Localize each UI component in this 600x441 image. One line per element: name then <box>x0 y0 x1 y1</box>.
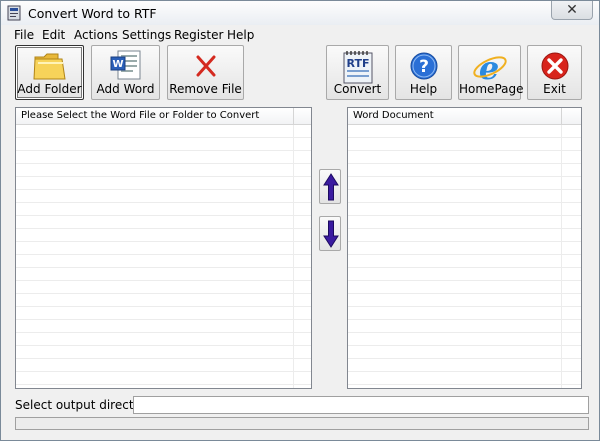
menu-settings[interactable]: Settings <box>122 28 171 42</box>
column-gridline <box>293 125 294 388</box>
window-close-button[interactable]: ✕ <box>551 1 593 20</box>
svg-text:e: e <box>478 49 498 85</box>
source-list-column-header: Please Select the Word File or Folder to… <box>21 110 260 121</box>
column-gridline <box>561 125 562 388</box>
word-document-icon: W <box>110 50 140 80</box>
source-file-list[interactable]: Please Select the Word File or Folder to… <box>15 107 312 389</box>
convert-button[interactable]: RTF Convert <box>326 45 389 100</box>
exit-label: Exit <box>543 82 566 96</box>
app-icon <box>7 5 21 21</box>
menu-actions[interactable]: Actions <box>74 28 118 42</box>
rtf-notepad-icon: RTF <box>343 51 372 84</box>
move-down-button[interactable] <box>319 216 341 251</box>
help-button[interactable]: ? Help <box>395 45 452 100</box>
menu-bar: File Edit Actions Settings Register Help <box>1 26 599 43</box>
menu-edit[interactable]: Edit <box>42 28 65 42</box>
remove-file-button[interactable]: Remove File <box>167 45 244 100</box>
add-folder-label: Add Folder <box>17 82 82 96</box>
document-list-rows <box>348 125 581 388</box>
column-separator <box>561 108 562 124</box>
arrow-up-icon <box>323 173 339 201</box>
homepage-label: HomePage <box>459 82 524 96</box>
title-bar: Convert Word to RTF ✕ <box>1 1 599 25</box>
column-separator <box>293 108 294 124</box>
source-list-rows <box>16 125 311 388</box>
output-directory-input[interactable] <box>133 396 589 414</box>
add-folder-button[interactable]: Add Folder <box>15 45 84 100</box>
homepage-button[interactable]: e HomePage <box>458 45 524 100</box>
arrow-down-icon <box>323 220 339 248</box>
add-word-label: Add Word <box>96 82 155 96</box>
question-mark-icon: ? <box>410 52 437 80</box>
rtf-badge-text: RTF <box>346 57 369 70</box>
menu-help[interactable]: Help <box>227 28 254 42</box>
menu-file[interactable]: File <box>14 28 34 42</box>
move-up-button[interactable] <box>319 169 341 204</box>
menu-register[interactable]: Register <box>174 28 223 42</box>
internet-explorer-icon: e <box>472 49 507 85</box>
remove-file-label: Remove File <box>169 82 242 96</box>
add-word-button[interactable]: W Add Word <box>91 45 160 100</box>
convert-label: Convert <box>333 82 382 96</box>
folder-icon <box>32 53 66 80</box>
app-window: Convert Word to RTF ✕ File Edit Actions … <box>0 0 600 441</box>
source-list-header[interactable]: Please Select the Word File or Folder to… <box>16 108 311 125</box>
word-document-list[interactable]: Word Document <box>347 107 582 389</box>
svg-text:W: W <box>112 59 123 70</box>
window-title: Convert Word to RTF <box>28 6 157 21</box>
exit-x-icon <box>541 52 568 80</box>
exit-button[interactable]: Exit <box>527 45 582 100</box>
document-list-column-header: Word Document <box>353 110 434 121</box>
red-x-icon <box>196 55 215 77</box>
svg-text:?: ? <box>419 57 429 77</box>
help-label: Help <box>409 82 438 96</box>
document-list-header[interactable]: Word Document <box>348 108 581 125</box>
status-bar <box>15 417 589 430</box>
